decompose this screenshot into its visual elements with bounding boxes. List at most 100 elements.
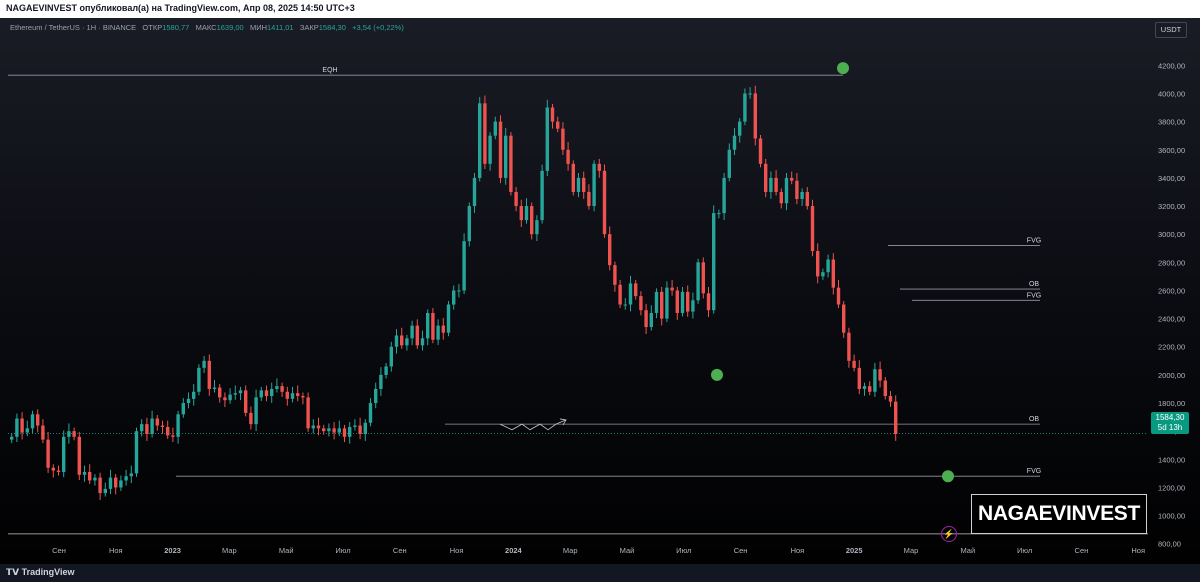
candle-body: [363, 422, 367, 434]
candle-body: [878, 369, 882, 381]
candle-body: [431, 312, 435, 340]
y-tick-label: 2400,00: [1158, 315, 1185, 324]
candle-body: [597, 163, 601, 171]
x-tick-label: Сен: [734, 546, 748, 555]
candle-body: [51, 467, 55, 471]
candle-body: [613, 265, 617, 285]
candle-body: [280, 386, 284, 392]
candle-body: [233, 393, 237, 395]
candle-body: [353, 425, 357, 427]
candle-body: [223, 397, 227, 401]
tv-logo-text: TradingView: [21, 567, 75, 577]
x-tick-label: Май: [960, 546, 975, 555]
candle-body: [670, 287, 674, 291]
candle-body: [400, 335, 404, 346]
candle-body: [608, 234, 612, 266]
candle-body: [764, 163, 768, 192]
candle-body: [322, 428, 326, 432]
candle-body: [706, 293, 711, 311]
candle-body: [394, 335, 399, 347]
candle-body: [842, 304, 846, 333]
candle-body: [795, 180, 799, 200]
candle-body: [420, 338, 425, 346]
candle-body: [218, 387, 222, 398]
projection-sketch: [499, 419, 567, 431]
y-tick-label: 3400,00: [1158, 174, 1185, 183]
candle-body: [545, 107, 549, 171]
y-tick-label: 3600,00: [1158, 146, 1185, 155]
candle-body: [98, 477, 102, 494]
signal-marker: [942, 470, 954, 483]
candle-body: [20, 418, 24, 433]
candle-body: [457, 290, 461, 292]
candle-body: [77, 436, 81, 475]
candle-body: [857, 367, 861, 389]
candle-body: [348, 426, 352, 437]
candle-body: [769, 177, 773, 192]
candle-body: [472, 177, 477, 207]
candle-body: [743, 93, 747, 122]
y-tick-label: 1000,00: [1158, 512, 1185, 521]
candle-body: [56, 470, 61, 472]
level-label: EQH: [322, 67, 337, 74]
candle-body: [540, 170, 544, 221]
y-tick-label: 1400,00: [1158, 455, 1185, 464]
candle-body: [108, 477, 113, 489]
candle-body: [779, 191, 783, 204]
x-tick-label: Май: [620, 546, 635, 555]
x-tick-label: Сен: [1075, 546, 1089, 555]
candle-body: [410, 325, 414, 339]
candle-body: [576, 177, 581, 192]
candle-body: [873, 369, 877, 392]
candle-body: [264, 390, 269, 396]
candle-body: [176, 414, 180, 437]
x-tick-label: Мар: [222, 546, 237, 555]
y-tick-label: 4200,00: [1158, 61, 1185, 70]
tradingview-logo[interactable]: 𝗧𝗩 TradingView: [6, 567, 74, 578]
candle-body: [124, 476, 128, 481]
x-tick-label: Мар: [563, 546, 578, 555]
candle-body: [62, 436, 66, 472]
candle-body: [129, 473, 133, 477]
candle-body: [270, 388, 274, 396]
candle-body: [644, 310, 648, 328]
candle-body: [680, 291, 685, 313]
candle-body: [847, 332, 851, 361]
candle-body: [254, 397, 258, 425]
candle-body: [727, 149, 731, 178]
candle-body: [582, 177, 586, 192]
candle-body: [784, 177, 789, 204]
x-tick-label: Ноя: [791, 546, 805, 555]
candle-body: [160, 425, 165, 427]
candle-body: [894, 401, 898, 434]
candle-body: [30, 414, 35, 429]
candle-body: [790, 177, 794, 181]
candle-body: [587, 191, 591, 207]
candle-body: [660, 291, 664, 319]
x-tick-label: Июл: [335, 546, 350, 555]
candle-body: [119, 480, 123, 488]
candle-body: [550, 107, 555, 122]
candle-body: [883, 380, 887, 396]
candle-body: [337, 428, 341, 433]
candle-body: [810, 206, 815, 252]
candle-body: [628, 283, 633, 305]
candle-body: [696, 262, 700, 301]
x-tick-label: Июл: [1017, 546, 1032, 555]
x-tick-label: 2025: [846, 546, 863, 555]
candle-body: [816, 251, 820, 277]
candle-body: [701, 262, 705, 294]
candle-body: [535, 220, 539, 235]
candle-body: [732, 135, 737, 150]
footer-bar: [0, 564, 1200, 582]
lightning-icon[interactable]: ⚡: [941, 526, 957, 542]
candle-body: [358, 425, 362, 434]
candle-body: [738, 121, 742, 136]
candle-body: [207, 360, 211, 389]
signal-marker: [837, 62, 849, 75]
y-tick-label: 4000,00: [1158, 89, 1185, 98]
candle-body: [249, 412, 253, 425]
candle-body: [155, 418, 159, 426]
candle-body: [311, 425, 315, 429]
y-tick-label: 800,00: [1158, 540, 1181, 549]
